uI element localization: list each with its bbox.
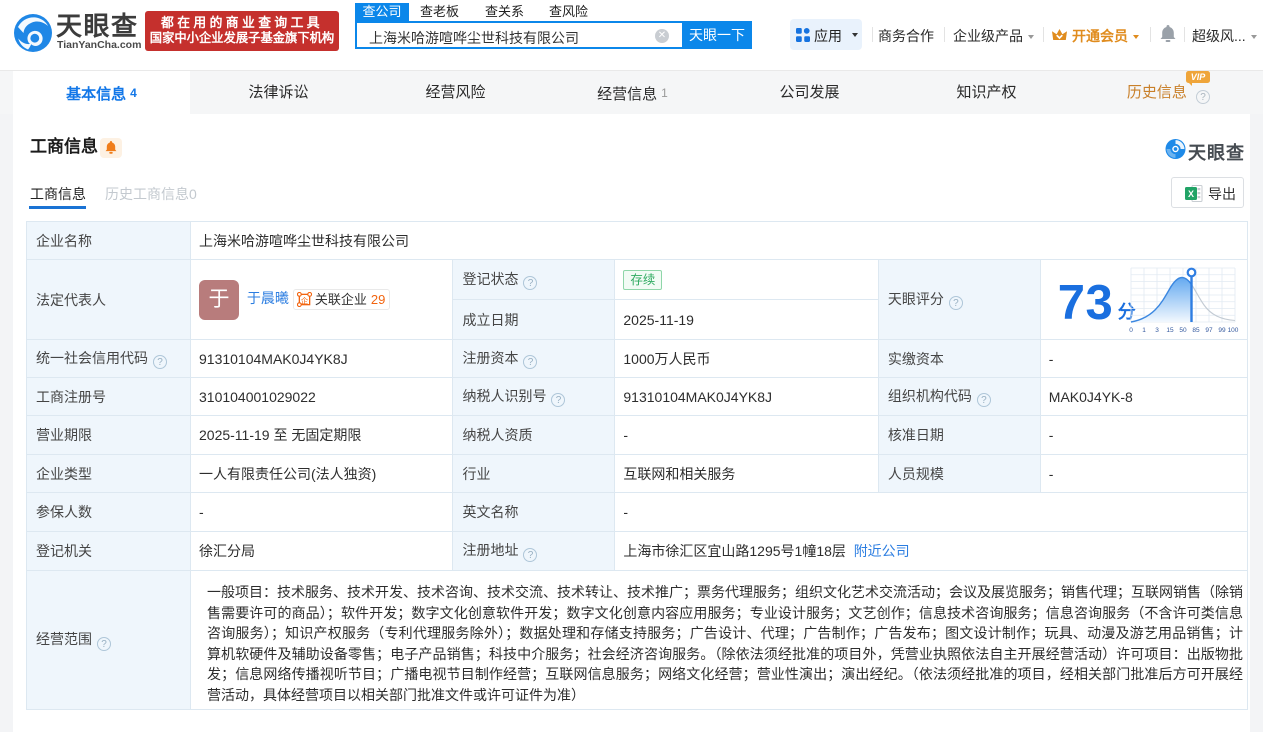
svg-text:50: 50 (1179, 327, 1187, 334)
svg-text:100: 100 (1227, 327, 1238, 334)
svg-text:企: 企 (301, 295, 309, 305)
svg-text:99: 99 (1218, 327, 1226, 334)
svg-text:3: 3 (1155, 327, 1159, 334)
svg-text:85: 85 (1192, 327, 1200, 334)
svg-text:1: 1 (1142, 327, 1146, 334)
svg-text:97: 97 (1205, 327, 1213, 334)
svg-text:15: 15 (1166, 327, 1174, 334)
svg-text:X: X (1188, 189, 1194, 199)
svg-text:0: 0 (1129, 327, 1133, 334)
